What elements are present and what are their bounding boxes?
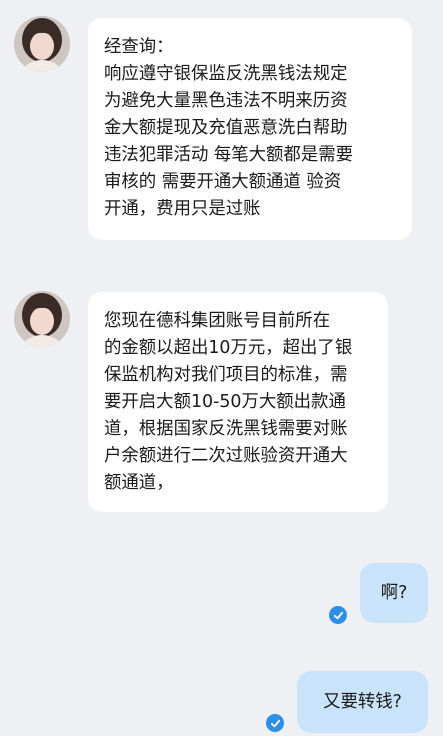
sender-avatar[interactable] <box>14 291 70 347</box>
message-bubble-outgoing[interactable]: 啊? <box>360 563 428 623</box>
message-line: 您现在德科集团账号目前所在 <box>104 311 331 331</box>
message-line: 的金额以超出10万元，超出了银 <box>104 338 353 358</box>
user-avatar-icon <box>14 291 70 347</box>
sender-avatar[interactable] <box>14 16 70 72</box>
message-line: 经查询： <box>104 37 174 57</box>
message-line: 为避免大量黑色违法不明来历资 <box>104 91 348 111</box>
message-bubble-incoming[interactable]: 经查询： 响应遵守银保监反洗黑钱法规定 为避免大量黑色违法不明来历资 金大额提现… <box>88 18 412 240</box>
message-text: 啊? <box>380 583 408 603</box>
message-line: 审核的 需要开通大额通道 验资 <box>104 172 342 192</box>
message-line: 开通，费用只是过账 <box>104 199 261 219</box>
message-line: 保监机构对我们项目的标准，需 <box>104 365 348 385</box>
message-line: 户余额进行二次过账验资开通大 <box>104 446 348 466</box>
message-line: 要开启大额10-50万大额出款通 <box>104 392 346 412</box>
message-line: 金大额提现及充值恶意洗白帮助 <box>104 118 348 138</box>
message-line: 额通道， <box>104 473 174 493</box>
message-line: 道，根据国家反洗黑钱需要对账 <box>104 419 348 439</box>
message-text: 又要转钱? <box>323 692 402 712</box>
message-line: 违法犯罪活动 每笔大额都是需要 <box>104 145 353 165</box>
message-line: 响应遵守银保监反洗黑钱法规定 <box>104 64 348 84</box>
read-check-icon <box>329 606 347 624</box>
message-bubble-outgoing[interactable]: 又要转钱? <box>297 671 428 733</box>
user-avatar-icon <box>14 16 70 72</box>
read-check-icon <box>266 714 284 732</box>
message-bubble-incoming[interactable]: 您现在德科集团账号目前所在 的金额以超出10万元，超出了银 保监机构对我们项目的… <box>88 292 388 512</box>
